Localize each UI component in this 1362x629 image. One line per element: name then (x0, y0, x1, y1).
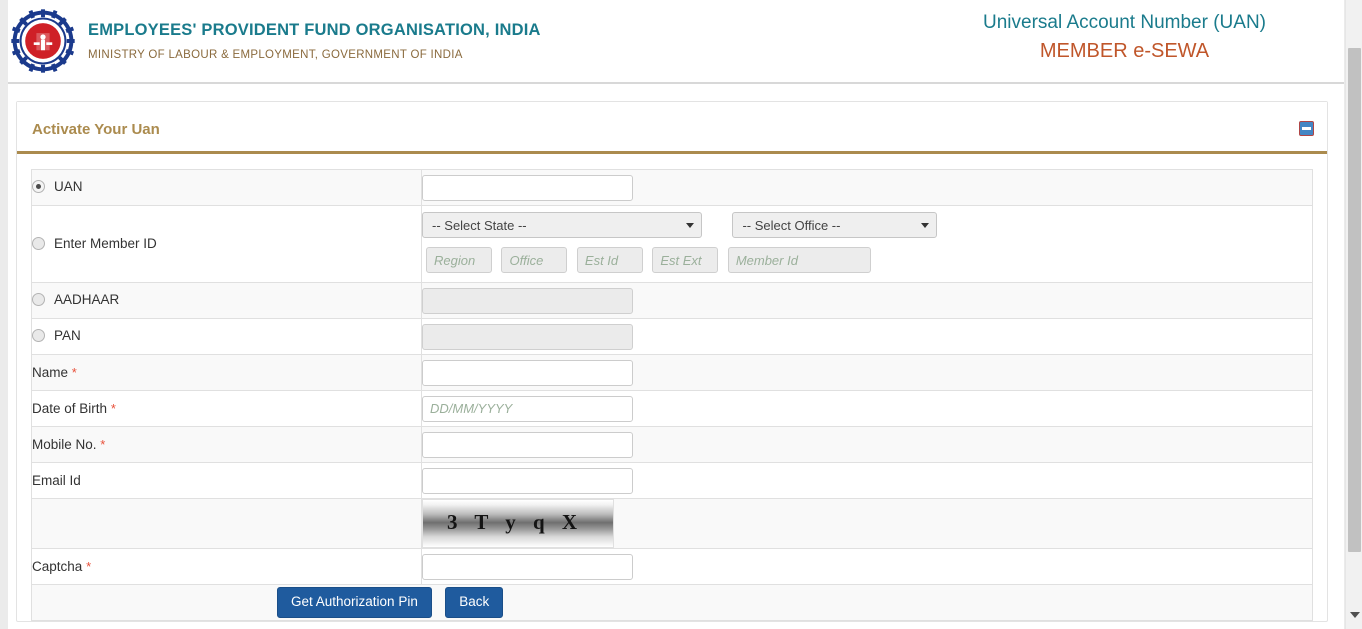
label-member-id: Enter Member ID (54, 235, 157, 251)
brand: EMPLOYEES' PROVIDENT FUND ORGANISATION, … (10, 8, 541, 74)
member-id-input[interactable] (727, 247, 871, 273)
epfo-logo-icon (10, 8, 76, 74)
uan-input[interactable] (422, 174, 633, 201)
field-cell-captcha (421, 548, 1313, 585)
label-cell-aadhaar: AADHAAR (31, 282, 422, 319)
scroll-down-arrow-icon[interactable] (1350, 612, 1360, 618)
label-cell-captcha: Captcha * (31, 548, 422, 585)
member-id-subfields (422, 240, 1312, 282)
email-id-input[interactable] (422, 467, 633, 494)
scrollbar-thumb[interactable] (1348, 48, 1361, 552)
field-cell-pan (421, 318, 1313, 355)
mobile-no-input[interactable] (422, 431, 633, 458)
row-mobile-no: Mobile No. * (31, 426, 1313, 463)
row-captcha: Captcha * (31, 548, 1313, 585)
page-canvas: EMPLOYEES' PROVIDENT FUND ORGANISATION, … (8, 0, 1344, 629)
radio-option-uan[interactable]: UAN (32, 179, 83, 194)
est-id-input[interactable] (576, 247, 643, 273)
field-cell-uan (421, 169, 1313, 206)
radio-option-aadhaar[interactable]: AADHAAR (32, 292, 119, 307)
label-cell-date-of-birth: Date of Birth * (31, 390, 422, 427)
row-name: Name * (31, 354, 1313, 391)
organisation-name: EMPLOYEES' PROVIDENT FUND ORGANISATION, … (88, 21, 541, 39)
label-cell-email-id: Email Id (31, 462, 422, 499)
region-input[interactable] (426, 247, 492, 273)
office-select[interactable]: -- Select Office -- (732, 212, 938, 238)
label-captcha: Captcha (32, 559, 83, 574)
radio-aadhaar-icon[interactable] (32, 293, 45, 306)
activate-uan-form: UAN Enter Member ID -- Select State -- -… (31, 169, 1313, 621)
actions-cell: Get Authorization Pin Back (31, 584, 1313, 621)
row-actions: Get Authorization Pin Back (31, 584, 1313, 621)
action-buttons: Get Authorization Pin Back (32, 587, 1312, 618)
radio-member-id-icon[interactable] (32, 236, 45, 250)
label-mobile-no: Mobile No. (32, 437, 97, 452)
label-name: Name (32, 365, 69, 380)
office-input[interactable] (501, 247, 568, 273)
state-select-value: -- Select State -- (432, 217, 527, 233)
label-aadhaar: AADHAAR (54, 292, 120, 307)
row-pan: PAN (31, 318, 1313, 355)
required-marker: * (71, 365, 77, 380)
captcha-input[interactable] (422, 553, 633, 580)
label-pan: PAN (54, 328, 81, 343)
name-input[interactable] (422, 359, 633, 386)
aadhaar-input[interactable] (422, 287, 633, 314)
required-marker: * (86, 559, 92, 574)
field-cell-date-of-birth (421, 390, 1313, 427)
row-date-of-birth: Date of Birth * (31, 390, 1313, 427)
label-email-id: Email Id (32, 473, 81, 488)
date-of-birth-input[interactable] (422, 395, 633, 422)
chevron-down-icon (921, 223, 930, 228)
row-captcha-image: 3 T y q X (31, 498, 1313, 549)
radio-pan-icon[interactable] (32, 329, 45, 342)
panel-body: UAN Enter Member ID -- Select State -- -… (17, 154, 1327, 621)
activate-uan-panel: Activate Your Uan UAN Enter Member ID --… (16, 101, 1328, 622)
label-cell-captcha-image (31, 498, 422, 549)
radio-uan-icon[interactable] (32, 180, 45, 193)
page-title: Activate Your Uan (32, 121, 160, 138)
state-select[interactable]: -- Select State -- (422, 212, 702, 238)
minus-glyph (1302, 127, 1311, 130)
field-cell-mobile-no (421, 426, 1313, 463)
vertical-scrollbar[interactable] (1345, 0, 1362, 629)
pan-input[interactable] (422, 323, 633, 350)
back-button[interactable]: Back (445, 587, 504, 618)
radio-option-member-id[interactable]: Enter Member ID (32, 236, 157, 251)
label-cell-uan: UAN (31, 169, 422, 206)
label-cell-mobile-no: Mobile No. * (31, 426, 422, 463)
panel-heading: Activate Your Uan (17, 102, 1327, 154)
captcha-text: 3 T y q X (447, 510, 584, 534)
row-aadhaar: AADHAAR (31, 282, 1313, 319)
row-uan: UAN (31, 169, 1313, 206)
captcha-image: 3 T y q X (422, 499, 614, 548)
field-cell-name (421, 354, 1313, 391)
office-select-value: -- Select Office -- (742, 217, 841, 233)
label-cell-member-id: Enter Member ID (31, 205, 422, 283)
required-marker: * (100, 437, 106, 452)
chevron-down-icon (686, 223, 694, 228)
header-right: Universal Account Number (UAN) MEMBER e-… (983, 12, 1266, 63)
label-uan: UAN (54, 179, 83, 194)
label-cell-name: Name * (31, 354, 422, 391)
minus-icon[interactable] (1299, 121, 1314, 136)
ministry-name: MINISTRY OF LABOUR & EMPLOYMENT, GOVERNM… (88, 49, 463, 61)
screen: EMPLOYEES' PROVIDENT FUND ORGANISATION, … (0, 0, 1362, 629)
field-cell-captcha-image: 3 T y q X (421, 498, 1313, 549)
field-cell-email-id (421, 462, 1313, 499)
radio-option-pan[interactable]: PAN (32, 328, 81, 343)
field-cell-member-id: -- Select State -- -- Select Office -- (421, 205, 1313, 283)
member-esewa-heading: MEMBER e-SEWA (1039, 40, 1210, 62)
uan-heading: Universal Account Number (UAN) (983, 12, 1266, 33)
row-member-id: Enter Member ID -- Select State -- -- Se… (31, 205, 1313, 283)
required-marker: * (110, 401, 116, 416)
row-email-id: Email Id (31, 462, 1313, 499)
site-header: EMPLOYEES' PROVIDENT FUND ORGANISATION, … (8, 0, 1344, 84)
get-authorization-pin-button[interactable]: Get Authorization Pin (277, 587, 432, 618)
field-cell-aadhaar (421, 282, 1313, 319)
est-ext-input[interactable] (652, 247, 719, 273)
brand-text: EMPLOYEES' PROVIDENT FUND ORGANISATION, … (88, 21, 541, 61)
label-date-of-birth: Date of Birth (32, 401, 108, 416)
label-cell-pan: PAN (31, 318, 422, 355)
